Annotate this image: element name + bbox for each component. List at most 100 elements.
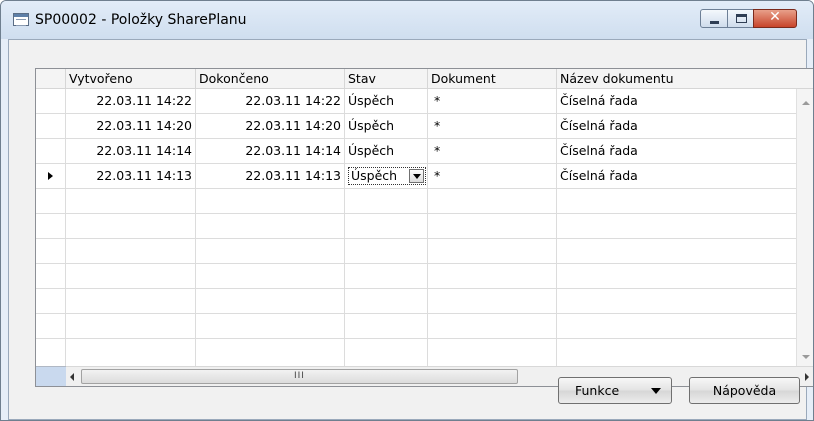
column-header-dokument[interactable]: Dokument [428, 69, 557, 88]
scroll-left-arrow-icon[interactable] [70, 373, 74, 381]
row-selector[interactable] [36, 289, 66, 313]
scroll-up-arrow-icon[interactable] [802, 101, 810, 105]
cell-stav[interactable]: Úspěch [345, 89, 428, 113]
cell-stav[interactable]: Úspěch [345, 139, 428, 163]
empty-cell[interactable] [345, 339, 428, 366]
cell-dokonceno[interactable]: 22.03.11 14:14 [196, 139, 345, 163]
entries-grid: Vytvořeno Dokončeno Stav Dokument Název … [35, 68, 813, 387]
empty-cell[interactable] [196, 189, 345, 213]
minimize-icon [710, 21, 719, 24]
row-selector[interactable] [36, 339, 66, 366]
empty-cell[interactable] [557, 264, 796, 288]
empty-cell[interactable] [196, 289, 345, 313]
row-selector[interactable] [36, 114, 66, 138]
horizontal-scroll-thumb[interactable]: III [81, 369, 518, 384]
empty-cell[interactable] [345, 214, 428, 238]
empty-cell[interactable] [345, 239, 428, 263]
minimize-button[interactable] [700, 9, 728, 28]
empty-row[interactable] [36, 214, 796, 239]
empty-cell[interactable] [557, 339, 796, 366]
scroll-thumb-grip: III [294, 371, 305, 381]
cell-dokument[interactable]: * [428, 164, 557, 188]
cell-nazev-dokumentu[interactable]: Číselná řada [557, 114, 796, 138]
cell-nazev-dokumentu[interactable]: Číselná řada [557, 89, 796, 113]
empty-cell[interactable] [196, 264, 345, 288]
cell-dokument[interactable]: * [428, 89, 557, 113]
empty-cell[interactable] [557, 239, 796, 263]
column-header-vytvoreno[interactable]: Vytvořeno [66, 69, 196, 88]
row-selector[interactable] [36, 89, 66, 113]
empty-cell[interactable] [557, 189, 796, 213]
row-selector[interactable] [36, 214, 66, 238]
empty-row[interactable] [36, 339, 796, 366]
napoveda-button[interactable]: Nápověda [689, 377, 800, 404]
empty-cell[interactable] [66, 239, 196, 263]
cell-vytvoreno[interactable]: 22.03.11 14:14 [66, 139, 196, 163]
scroll-down-arrow-icon[interactable] [802, 355, 810, 359]
empty-cell[interactable] [196, 214, 345, 238]
empty-cell[interactable] [66, 189, 196, 213]
empty-row[interactable] [36, 314, 796, 339]
cell-vytvoreno[interactable]: 22.03.11 14:13 [66, 164, 196, 188]
row-selector[interactable] [36, 189, 66, 213]
cell-stav[interactable]: Úspěch [345, 114, 428, 138]
funkce-menu-button[interactable]: Funkce [558, 377, 672, 404]
empty-cell[interactable] [428, 239, 557, 263]
empty-cell[interactable] [428, 189, 557, 213]
cell-dokonceno[interactable]: 22.03.11 14:20 [196, 114, 345, 138]
empty-cell[interactable] [557, 289, 796, 313]
empty-cell[interactable] [196, 339, 345, 366]
empty-cell[interactable] [66, 214, 196, 238]
empty-row[interactable] [36, 289, 796, 314]
empty-cell[interactable] [428, 289, 557, 313]
sharepoint-entries-window: SP00002 - Položky SharePlanu ✕ Vytvořeno… [0, 0, 814, 421]
table-row[interactable]: 22.03.11 14:20 22.03.11 14:20 Úspěch * Č… [36, 114, 796, 139]
table-row[interactable]: 22.03.11 14:14 22.03.11 14:14 Úspěch * Č… [36, 139, 796, 164]
empty-cell[interactable] [345, 189, 428, 213]
empty-cell[interactable] [66, 289, 196, 313]
row-selector[interactable] [36, 239, 66, 263]
row-selector[interactable] [36, 164, 66, 188]
table-row-selected[interactable]: 22.03.11 14:13 22.03.11 14:13 Úspěch * Č… [36, 164, 796, 189]
row-selector[interactable] [36, 264, 66, 288]
dropdown-arrow-icon[interactable] [409, 169, 424, 183]
empty-cell[interactable] [345, 264, 428, 288]
empty-cell[interactable] [428, 214, 557, 238]
empty-row[interactable] [36, 264, 796, 289]
empty-cell[interactable] [557, 314, 796, 338]
cell-nazev-dokumentu[interactable]: Číselná řada [557, 164, 796, 188]
cell-dokument[interactable]: * [428, 114, 557, 138]
cell-vytvoreno[interactable]: 22.03.11 14:20 [66, 114, 196, 138]
stav-dropdown[interactable]: Úspěch [348, 167, 426, 185]
cell-dokument[interactable]: * [428, 139, 557, 163]
empty-cell[interactable] [428, 339, 557, 366]
cell-dokonceno[interactable]: 22.03.11 14:22 [196, 89, 345, 113]
empty-cell[interactable] [345, 314, 428, 338]
table-row[interactable]: 22.03.11 14:22 22.03.11 14:22 Úspěch * Č… [36, 89, 796, 114]
close-button[interactable]: ✕ [753, 9, 797, 28]
scroll-right-arrow-icon[interactable] [805, 373, 809, 381]
empty-cell[interactable] [196, 314, 345, 338]
title-bar[interactable]: SP00002 - Položky SharePlanu ✕ [1, 1, 813, 39]
empty-cell[interactable] [428, 314, 557, 338]
row-selector[interactable] [36, 139, 66, 163]
empty-row[interactable] [36, 239, 796, 264]
vertical-scrollbar[interactable] [796, 89, 813, 366]
grid-corner-select-all[interactable] [36, 366, 66, 386]
empty-row[interactable] [36, 189, 796, 214]
empty-cell[interactable] [345, 289, 428, 313]
empty-cell[interactable] [66, 339, 196, 366]
column-header-stav[interactable]: Stav [345, 69, 428, 88]
cell-dokonceno[interactable]: 22.03.11 14:13 [196, 164, 345, 188]
row-selector[interactable] [36, 314, 66, 338]
column-header-dokonceno[interactable]: Dokončeno [196, 69, 345, 88]
empty-cell[interactable] [557, 214, 796, 238]
empty-cell[interactable] [428, 264, 557, 288]
cell-vytvoreno[interactable]: 22.03.11 14:22 [66, 89, 196, 113]
empty-cell[interactable] [196, 239, 345, 263]
cell-nazev-dokumentu[interactable]: Číselná řada [557, 139, 796, 163]
column-header-nazev-dokumentu[interactable]: Název dokumentu [557, 69, 813, 88]
empty-cell[interactable] [66, 314, 196, 338]
maximize-button[interactable] [727, 9, 754, 28]
empty-cell[interactable] [66, 264, 196, 288]
